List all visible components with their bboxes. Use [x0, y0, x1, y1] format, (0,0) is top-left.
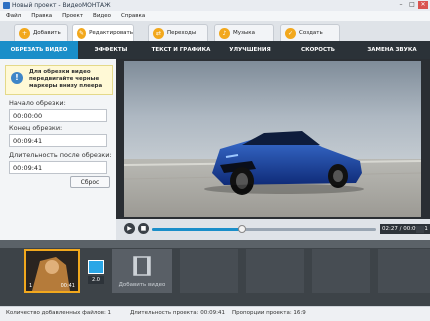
video-frame[interactable]: [124, 61, 421, 217]
close-button[interactable]: ✕: [418, 1, 428, 9]
seek-handle[interactable]: [237, 225, 246, 233]
video-player: [116, 59, 430, 219]
start-time-field[interactable]: 00:00:00: [9, 109, 107, 122]
volume-icon[interactable]: [416, 226, 424, 233]
tab-trim-video[interactable]: ОБРЕЗАТЬ ВИДЕО: [0, 41, 78, 63]
step-add[interactable]: + Добавить: [14, 24, 68, 41]
empty-slot: [378, 249, 430, 293]
menu-file[interactable]: Файл: [6, 11, 21, 21]
step-music-label: Музыка: [233, 30, 255, 36]
stop-button[interactable]: ■: [138, 223, 149, 234]
seek-bar[interactable]: [152, 225, 376, 233]
step-music[interactable]: ♪ Музыка: [214, 24, 274, 41]
edit-tabs: ОБРЕЗАТЬ ВИДЕО ЭФФЕКТЫ ТЕКСТ И ГРАФИКА У…: [0, 41, 430, 63]
transitions-icon: ⇄: [153, 27, 164, 39]
video-clip[interactable]: 1 00:41: [24, 249, 80, 293]
trim-panel: ! Для обрезки видео передвигайте черные …: [0, 59, 117, 240]
app-icon: [3, 2, 10, 9]
tab-enhancements[interactable]: УЛУЧШЕНИЯ: [218, 41, 282, 59]
menu-help[interactable]: Справка: [121, 11, 145, 21]
transition-duration: 2.0: [88, 276, 104, 284]
end-time-field[interactable]: 00:09:41: [9, 134, 107, 147]
menu-bar: Файл Правка Проект Видео Справка: [0, 11, 430, 21]
transition-icon[interactable]: [88, 260, 104, 274]
step-create-label: Создать: [299, 30, 323, 36]
status-file-count: Количество добавленных файлов: 1: [6, 310, 112, 316]
reset-button[interactable]: Сброс: [70, 176, 110, 188]
status-project-duration: Длительность проекта: 00:09:41: [130, 310, 225, 316]
empty-slot: [180, 249, 238, 293]
end-label: Конец обрезки:: [9, 124, 63, 132]
step-edit-label: Редактировать: [89, 30, 133, 36]
step-edit[interactable]: ✎ Редактировать: [72, 24, 134, 41]
title-bar: Новый проект - ВидеоМОНТАЖ – □ ✕: [0, 0, 430, 11]
add-video-button[interactable]: Добавить видео: [112, 249, 172, 293]
step-transitions-label: Переходы: [167, 30, 197, 36]
tab-effects[interactable]: ЭФФЕКТЫ: [78, 41, 144, 59]
maximize-button[interactable]: □: [407, 1, 417, 9]
add-icon: +: [19, 27, 30, 39]
tab-speed[interactable]: СКОРОСТЬ: [282, 41, 354, 59]
empty-slot: [312, 249, 370, 293]
play-button[interactable]: ▶: [124, 223, 135, 234]
tab-replace-audio[interactable]: ЗАМЕНА ЗВУКА: [354, 41, 430, 59]
status-aspect-ratio: Пропорции проекта: 16:9: [232, 310, 306, 316]
add-video-label: Добавить видео: [118, 282, 166, 288]
step-tabs: + Добавить ✎ Редактировать ⇄ Переходы ♪ …: [0, 21, 430, 41]
duration-field: 00:09:41: [9, 161, 107, 174]
timeline: 1 00:41 2.0 Добавить видео: [0, 240, 430, 306]
start-label: Начало обрезки:: [9, 99, 66, 107]
duration-label: Длительность после обрезки:: [9, 151, 112, 159]
app-window: Новый проект - ВидеоМОНТАЖ – □ ✕ Файл Пр…: [0, 0, 430, 321]
create-icon: ✓: [285, 27, 296, 39]
music-icon: ♪: [219, 27, 230, 39]
video-preview-image: [124, 61, 421, 217]
seek-progress: [152, 228, 242, 231]
menu-edit[interactable]: Правка: [31, 11, 52, 21]
hint-box: ! Для обрезки видео передвигайте черные …: [5, 65, 113, 95]
timeline-header: [0, 240, 430, 248]
film-icon: [133, 256, 151, 276]
info-icon: !: [11, 72, 23, 84]
minimize-button[interactable]: –: [396, 1, 406, 9]
clip-duration: 00:41: [60, 283, 75, 289]
step-create[interactable]: ✓ Создать: [280, 24, 340, 41]
player-controls: ▶ ■ 02:27 / 00:09:41: [116, 219, 430, 240]
menu-video[interactable]: Видео: [93, 11, 111, 21]
empty-slot: [246, 249, 304, 293]
status-bar: Количество добавленных файлов: 1 Длитель…: [0, 306, 430, 321]
clip-number: 1: [29, 283, 33, 289]
hint-text: Для обрезки видео передвигайте черные ма…: [29, 69, 103, 89]
window-title: Новый проект - ВидеоМОНТАЖ: [12, 2, 111, 9]
step-transitions[interactable]: ⇄ Переходы: [148, 24, 208, 41]
step-add-label: Добавить: [33, 30, 61, 36]
edit-icon: ✎: [77, 27, 87, 39]
tab-text-graphics[interactable]: ТЕКСТ И ГРАФИКА: [144, 41, 218, 59]
menu-project[interactable]: Проект: [62, 11, 83, 21]
